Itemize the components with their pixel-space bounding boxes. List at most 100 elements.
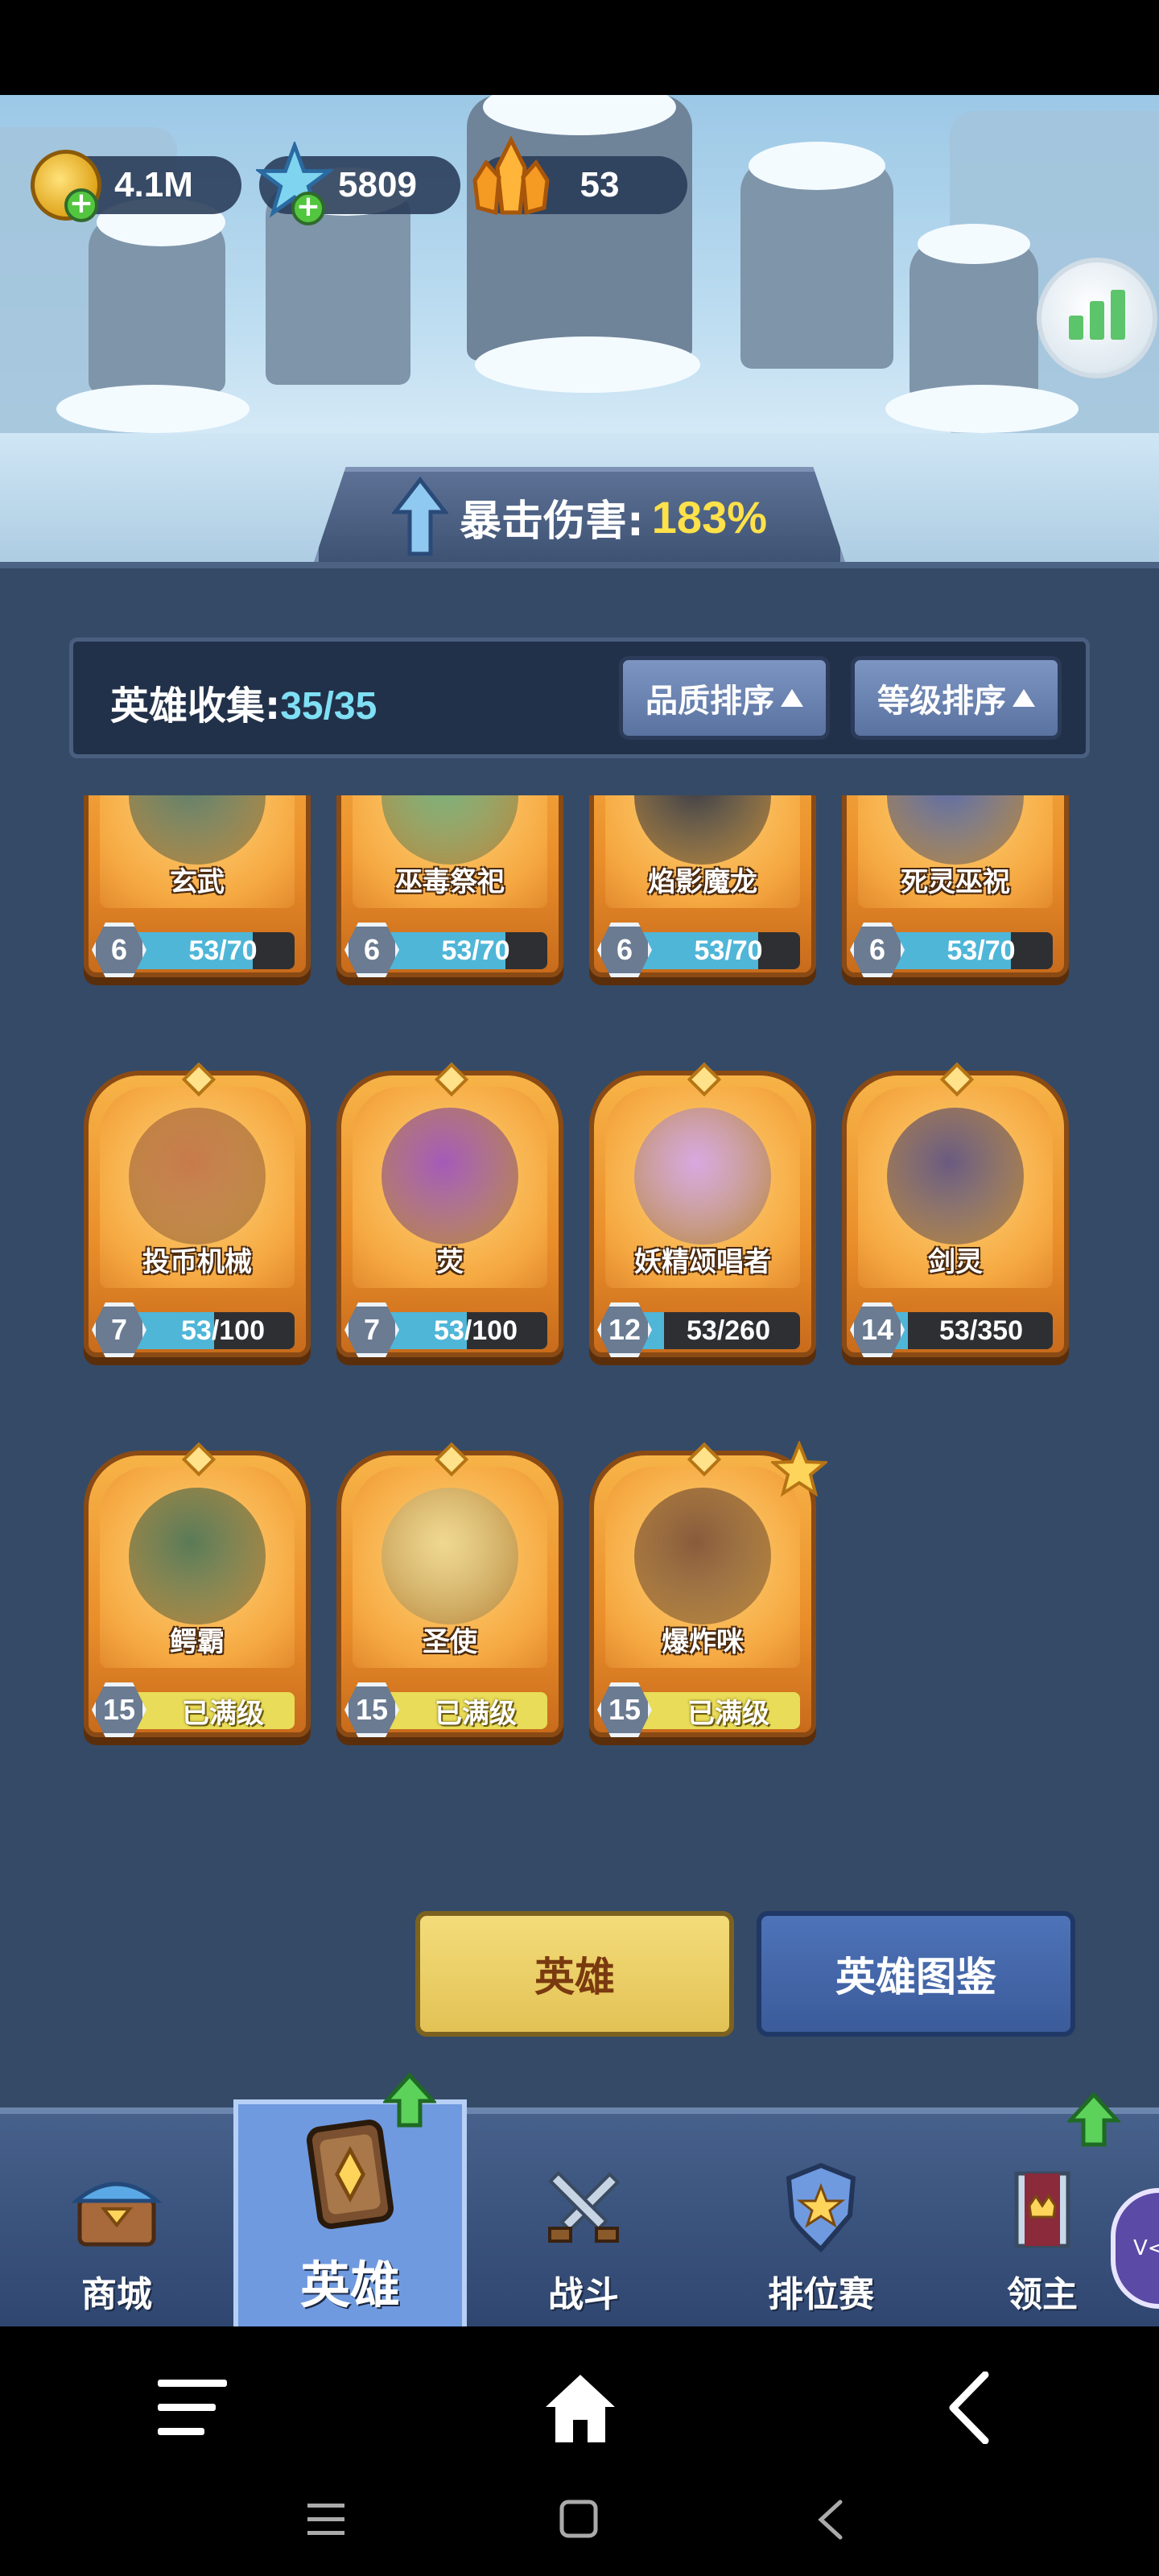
ranked-shield-icon (786, 2162, 856, 2253)
hero-name: 死灵巫祝 (901, 866, 1010, 898)
nav-battle[interactable]: 战斗 (467, 2114, 700, 2333)
orange-crystal-icon (472, 135, 550, 216)
collection-count: 35/35 (280, 685, 377, 728)
max-level-bar: 已满级 (377, 1692, 547, 1729)
hero-grid: 玄武 6 53/70 巫毒祭祀 6 53/70 焰影魔龙 6 53/70 死灵巫祝 6 53/70 投币… (0, 795, 1159, 1858)
hero-card[interactable]: 玄武 6 53/70 (84, 795, 311, 977)
crossed-swords-icon (548, 2170, 621, 2243)
back-icon-small[interactable] (816, 2499, 845, 2541)
hero-card[interactable]: 焰影魔龙 6 53/70 (589, 795, 816, 977)
crit-damage-banner: 暴击伤害: 183% (314, 467, 845, 562)
up-arrow-icon (391, 477, 448, 556)
hero-name: 妖精颂唱者 (634, 1246, 771, 1278)
card-progress-text: 53/100 (181, 1315, 265, 1346)
nav-battle-label: 战斗 (548, 2274, 619, 2315)
hero-name: 焰影魔龙 (648, 866, 757, 898)
sort-asc-icon (781, 689, 803, 707)
status-bar (0, 0, 1159, 95)
hero-portrait (382, 1488, 518, 1624)
card-progress-text: 53/70 (188, 935, 258, 966)
hero-portrait (382, 1108, 518, 1245)
hero-card[interactable]: 妖精颂唱者 12 53/260 (589, 1062, 816, 1357)
hero-portrait (634, 1488, 771, 1624)
lord-banner-icon (1014, 2171, 1070, 2248)
hero-name: 圣使 (423, 1626, 477, 1658)
hero-card[interactable]: 剑灵 14 53/350 (842, 1062, 1069, 1357)
crit-damage-value: 183% (651, 491, 768, 543)
hero-card[interactable]: 巫毒祭祀 6 53/70 (336, 795, 563, 977)
hero-name: 投币机械 (142, 1246, 252, 1278)
add-gem-icon[interactable]: + (291, 192, 325, 225)
hero-card[interactable]: 圣使 15 已满级 (336, 1442, 563, 1737)
hero-card[interactable]: 投币机械 7 53/100 (84, 1062, 311, 1357)
card-progress-bar: 53/70 (882, 932, 1053, 969)
upgrade-arrow-icon (1067, 2091, 1120, 2147)
menu-icon[interactable] (158, 2376, 230, 2441)
upgrade-arrow-icon (383, 2072, 436, 2128)
hero-card-icon (306, 2120, 394, 2229)
nav-shop-label: 商城 (81, 2274, 152, 2315)
add-gold-icon[interactable]: + (64, 188, 98, 222)
sort-by-level-button[interactable]: 等级排序 (851, 656, 1062, 740)
hero-card[interactable]: 爆炸咪 15 已满级 (589, 1441, 827, 1737)
crit-damage-label: 暴击伤害: (459, 497, 644, 546)
collection-label: 英雄收集:35/35 (110, 683, 377, 729)
card-progress-bar: 53/100 (124, 1312, 295, 1349)
hero-name: 鳄霸 (170, 1626, 225, 1658)
hero-tab-button[interactable]: 英雄 (415, 1911, 734, 2037)
hero-portrait (129, 1488, 266, 1624)
hero-card[interactable]: 死灵巫祝 6 53/70 (842, 795, 1069, 977)
card-progress-text: 53/100 (434, 1315, 518, 1346)
hero-codex-button[interactable]: 英雄图鉴 (757, 1911, 1075, 2037)
sort-by-quality-button[interactable]: 品质排序 (619, 656, 830, 740)
stats-button[interactable] (1037, 258, 1157, 378)
bar-chart-icon (1069, 316, 1083, 340)
card-progress-text: 53/70 (947, 935, 1016, 966)
card-progress-text: 53/260 (687, 1315, 770, 1346)
hero-name: 爆炸咪 (662, 1626, 744, 1658)
collection-bar: 英雄收集:35/35 品质排序 等级排序 (69, 638, 1090, 758)
back-icon[interactable] (947, 2372, 992, 2444)
system-nav-bar (0, 2326, 1159, 2576)
nav-shop[interactable]: 商城 (0, 2114, 233, 2333)
hero-card[interactable]: 鳄霸 15 已满级 (84, 1442, 311, 1737)
card-progress-text: 已满级 (435, 1698, 517, 1729)
statue-hooded (740, 159, 893, 369)
home-icon[interactable] (544, 2372, 617, 2444)
menu-icon-small[interactable] (307, 2502, 346, 2537)
max-level-bar: 已满级 (124, 1692, 295, 1729)
bottom-nav: 商城 英雄 战斗 排位赛 领主 (0, 2072, 1159, 2333)
gem-currency[interactable]: + 5809 (256, 142, 460, 225)
card-progress-bar: 53/350 (882, 1312, 1053, 1349)
hero-name: 荧 (436, 1246, 464, 1278)
card-progress-text: 53/70 (694, 935, 763, 966)
hero-portrait (129, 1108, 266, 1245)
nav-ranked-label: 排位赛 (768, 2274, 874, 2315)
hero-portrait (634, 1108, 771, 1245)
crystal-currency[interactable]: 53 (472, 135, 687, 217)
card-progress-text: 已满级 (182, 1698, 264, 1729)
hero-name: 玄武 (170, 866, 225, 898)
hero-panel: 英雄收集:35/35 品质排序 等级排序 玄武 6 53/70 巫毒祭祀 6 53/70 焰… (0, 562, 1159, 2107)
card-progress-bar: 53/260 (629, 1312, 800, 1349)
card-progress-bar: 53/100 (377, 1312, 547, 1349)
card-progress-bar: 53/70 (124, 932, 295, 969)
max-level-bar: 已满级 (629, 1692, 800, 1729)
sort-asc-icon (1013, 689, 1035, 707)
hero-name: 巫毒祭祀 (395, 866, 505, 898)
gold-currency[interactable]: + 4.1M (31, 150, 241, 222)
home-square-icon[interactable] (559, 2499, 599, 2539)
hero-card[interactable]: 荧 7 53/100 (336, 1062, 563, 1357)
card-progress-text: 已满级 (687, 1698, 769, 1729)
nav-lord-label: 领主 (1007, 2274, 1078, 2315)
hero-name: 剑灵 (928, 1246, 983, 1278)
shop-chest-icon (71, 2182, 163, 2247)
nav-hero[interactable]: 英雄 (233, 2072, 467, 2333)
statue-robot (909, 240, 1038, 401)
hero-portrait (887, 1108, 1024, 1245)
card-progress-bar: 53/70 (377, 932, 547, 969)
nav-ranked[interactable]: 排位赛 (700, 2114, 942, 2333)
star-icon (771, 1441, 827, 1497)
card-progress-bar: 53/70 (629, 932, 800, 969)
nav-hero-label: 英雄 (299, 2256, 400, 2314)
